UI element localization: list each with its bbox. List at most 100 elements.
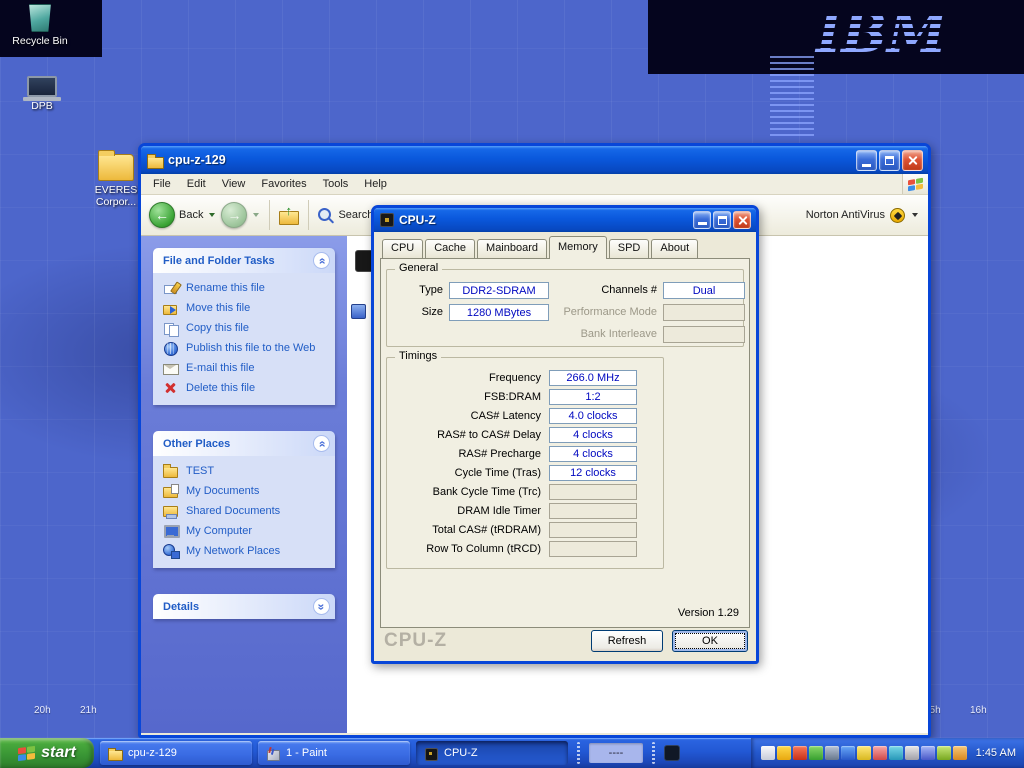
other-places-header-label: Other Places	[163, 438, 230, 450]
task-link[interactable]: Move this file	[186, 302, 250, 314]
forward-button[interactable]	[221, 202, 247, 228]
up-button[interactable]	[278, 206, 300, 224]
ok-button[interactable]: OK	[672, 630, 748, 652]
tab-about[interactable]: About	[651, 239, 698, 258]
menu-view[interactable]: View	[214, 175, 254, 193]
tray-icon-13[interactable]	[953, 746, 967, 760]
taskbar-toolbar-icon[interactable]	[664, 745, 680, 761]
folder-icon	[108, 747, 122, 760]
start-button[interactable]: start	[0, 738, 94, 768]
cpuz-titlebar[interactable]: CPU-Z	[374, 208, 756, 232]
place-my-computer[interactable]: My Computer	[163, 524, 329, 538]
place-link[interactable]: TEST	[186, 465, 214, 477]
general-groupbox: General Type DDR2-SDRAM Size 1280 MBytes…	[386, 269, 744, 347]
search-label[interactable]: Search	[338, 209, 373, 221]
desktop-icon-recycle-bin[interactable]: Recycle Bin	[8, 4, 72, 47]
task-copy-file[interactable]: Copy this file	[163, 321, 329, 335]
other-places-header[interactable]: Other Places	[153, 431, 335, 456]
menu-tools[interactable]: Tools	[315, 175, 357, 193]
tray-icon-11[interactable]	[921, 746, 935, 760]
tray-icon-9[interactable]	[889, 746, 903, 760]
explorer-task-pane: File and Folder Tasks Rename this file M…	[141, 236, 347, 733]
tab-spd[interactable]: SPD	[609, 239, 650, 258]
collapse-chevron-icon[interactable]	[313, 435, 330, 452]
tab-cpu[interactable]: CPU	[382, 239, 423, 258]
place-link[interactable]: Shared Documents	[186, 505, 280, 517]
forward-dropdown-icon[interactable]	[253, 213, 259, 217]
place-test[interactable]: TEST	[163, 464, 329, 478]
task-rename-file[interactable]: Rename this file	[163, 281, 329, 295]
tray-icon-12[interactable]	[937, 746, 951, 760]
task-email-file[interactable]: E-mail this file	[163, 361, 329, 375]
cpuz-watermark: CPU-Z	[384, 630, 447, 652]
timing-value-field	[549, 541, 637, 557]
place-my-network[interactable]: My Network Places	[163, 544, 329, 558]
back-button[interactable]	[149, 202, 175, 228]
file-icon-partial[interactable]	[351, 304, 366, 319]
place-link[interactable]: My Computer	[186, 525, 252, 537]
timezone-label: 16h	[970, 705, 987, 716]
tray-icon-6[interactable]	[841, 746, 855, 760]
task-move-file[interactable]: Move this file	[163, 301, 329, 315]
collapsed-toolbar[interactable]: ----	[589, 743, 643, 763]
tab-cache[interactable]: Cache	[425, 239, 475, 258]
search-icon[interactable]	[317, 207, 334, 224]
place-link[interactable]: My Documents	[186, 485, 259, 497]
place-my-documents[interactable]: My Documents	[163, 484, 329, 498]
close-button[interactable]	[733, 211, 751, 229]
details-panel: Details	[153, 594, 335, 619]
taskbar-button-cpuz[interactable]: CPU-Z	[416, 741, 568, 765]
menu-favorites[interactable]: Favorites	[253, 175, 314, 193]
cpuz-window-title: CPU-Z	[399, 213, 436, 227]
explorer-titlebar[interactable]: cpu-z-129	[141, 146, 928, 174]
details-header-label: Details	[163, 601, 199, 613]
minimize-button[interactable]	[856, 150, 877, 171]
tray-icon-2[interactable]	[777, 746, 791, 760]
desktop-icon-dpb[interactable]: DPB	[10, 76, 74, 112]
toolbar-grip[interactable]	[577, 742, 580, 764]
task-publish-file[interactable]: Publish this file to the Web	[163, 341, 329, 355]
tray-icon-10[interactable]	[905, 746, 919, 760]
tray-icon-3[interactable]	[793, 746, 807, 760]
task-link[interactable]: Copy this file	[186, 322, 249, 334]
tab-mainboard[interactable]: Mainboard	[477, 239, 547, 258]
tab-memory[interactable]: Memory	[549, 236, 607, 259]
menu-help[interactable]: Help	[356, 175, 395, 193]
taskbar-clock[interactable]: 1:45 AM	[976, 747, 1016, 759]
menu-file[interactable]: File	[145, 175, 179, 193]
taskbar-button-cpu-z-129[interactable]: cpu-z-129	[100, 741, 252, 765]
details-header[interactable]: Details	[153, 594, 335, 619]
norton-antivirus-control[interactable]: Norton AntiVirus	[806, 208, 920, 223]
place-shared-documents[interactable]: Shared Documents	[163, 504, 329, 518]
refresh-button[interactable]: Refresh	[591, 630, 663, 652]
tray-icon-8[interactable]	[873, 746, 887, 760]
file-tasks-header[interactable]: File and Folder Tasks	[153, 248, 335, 273]
menu-edit[interactable]: Edit	[179, 175, 214, 193]
close-button[interactable]	[902, 150, 923, 171]
maximize-button[interactable]	[713, 211, 731, 229]
norton-dropdown-icon[interactable]	[912, 213, 918, 217]
tray-icon-4[interactable]	[809, 746, 823, 760]
expand-chevron-icon[interactable]	[313, 598, 330, 615]
back-label[interactable]: Back	[179, 209, 203, 221]
tray-icon-7[interactable]	[857, 746, 871, 760]
minimize-button[interactable]	[693, 211, 711, 229]
maximize-button[interactable]	[879, 150, 900, 171]
place-link[interactable]: My Network Places	[186, 545, 280, 557]
timing-label: Total CAS# (tRDRAM)	[389, 524, 549, 536]
task-link[interactable]: Delete this file	[186, 382, 255, 394]
task-delete-file[interactable]: Delete this file	[163, 381, 329, 395]
task-link[interactable]: E-mail this file	[186, 362, 254, 374]
toolbar-grip[interactable]	[652, 742, 655, 764]
collapse-chevron-icon[interactable]	[313, 252, 330, 269]
task-link[interactable]: Rename this file	[186, 282, 265, 294]
taskbar-button-paint[interactable]: 1 - Paint	[258, 741, 410, 765]
tray-icon-1[interactable]	[761, 746, 775, 760]
timing-row-fsb-dram: FSB:DRAM 1:2	[389, 387, 659, 406]
timing-label: Bank Cycle Time (Trc)	[389, 486, 549, 498]
bank-interleave-field	[663, 326, 745, 343]
tray-icon-5[interactable]	[825, 746, 839, 760]
task-link[interactable]: Publish this file to the Web	[186, 342, 315, 354]
back-dropdown-icon[interactable]	[209, 213, 215, 217]
rename-icon	[163, 281, 179, 295]
